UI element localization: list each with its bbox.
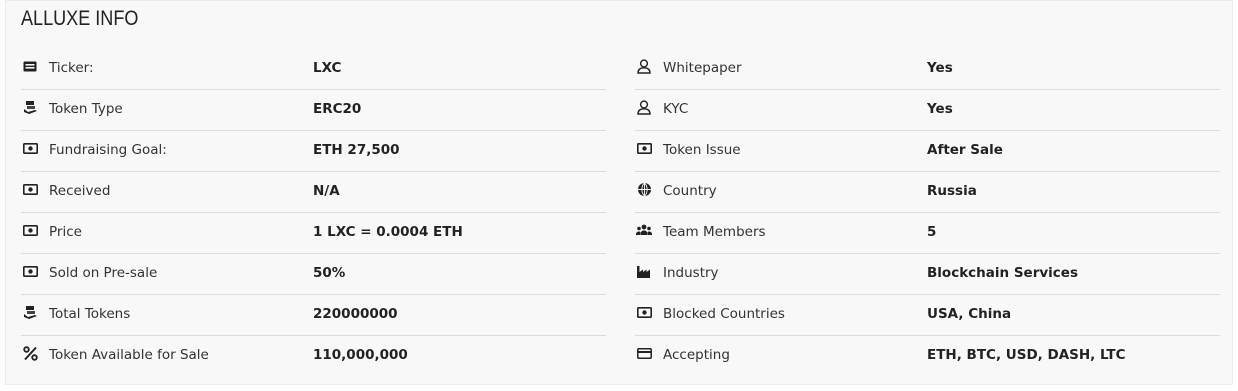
info-column-right: Whitepaper Yes KYC Yes Token Issue After Sale… (635, 49, 1220, 376)
info-value: 1 LXC = 0.0004 ETH (313, 224, 463, 240)
info-value: Russia (927, 183, 977, 199)
ticket-icon (22, 58, 38, 74)
info-value: ETH 27,500 (313, 142, 400, 158)
banknote-icon (636, 140, 652, 156)
info-row-token-issue: Token Issue After Sale (635, 131, 1220, 172)
info-value: ETH, BTC, USD, DASH, LTC (927, 347, 1126, 363)
info-value: Blockchain Services (927, 265, 1078, 281)
globe-icon (636, 181, 652, 197)
info-label: KYC (663, 101, 689, 117)
info-label: Received (49, 183, 111, 199)
info-row-fundraising-goal: Fundraising Goal: ETH 27,500 (21, 131, 606, 172)
percent-icon (22, 345, 38, 361)
info-value: Yes (927, 101, 953, 117)
panel-title: ALLUXE INFO (21, 7, 139, 30)
info-row-sold-on-pre-sale: Sold on Pre-sale 50% (21, 254, 606, 295)
info-label: Whitepaper (663, 60, 742, 76)
info-label: Token Type (49, 101, 123, 117)
info-label: Sold on Pre-sale (49, 265, 158, 281)
info-value: LXC (313, 60, 342, 76)
info-row-price: Price 1 LXC = 0.0004 ETH (21, 213, 606, 254)
banknote-icon (22, 181, 38, 197)
info-value: 110,000,000 (313, 347, 408, 363)
users-icon (636, 222, 652, 238)
banknote-icon (22, 222, 38, 238)
info-value: Yes (927, 60, 953, 76)
info-label: Accepting (663, 347, 730, 363)
info-label: Fundraising Goal: (49, 142, 167, 158)
banknote-icon (636, 304, 652, 320)
banknote-icon (22, 140, 38, 156)
money-hand-icon (22, 304, 38, 320)
info-label: Blocked Countries (663, 306, 785, 322)
credit-card-icon (636, 345, 652, 361)
banknote-icon (22, 263, 38, 279)
info-row-whitepaper: Whitepaper Yes (635, 49, 1220, 90)
info-label: Total Tokens (49, 306, 131, 322)
info-row-token-available-for-sale: Token Available for Sale 110,000,000 (21, 336, 606, 376)
info-value: 5 (927, 224, 937, 240)
info-row-token-type: Token Type ERC20 (21, 90, 606, 131)
info-value: 50% (313, 265, 346, 281)
info-row-ticker: Ticker: LXC (21, 49, 606, 90)
info-row-total-tokens: Total Tokens 220000000 (21, 295, 606, 336)
info-label: Ticker: (49, 60, 94, 76)
info-label: Token Issue (663, 142, 741, 158)
info-column-left: Ticker: LXC Token Type ERC20 Fundraising Goa… (21, 49, 606, 376)
info-row-country: Country Russia (635, 172, 1220, 213)
user-icon (636, 99, 652, 115)
info-row-received: Received N/A (21, 172, 606, 213)
info-row-team-members: Team Members 5 (635, 213, 1220, 254)
info-label: Country (663, 183, 717, 199)
info-row-blocked-countries: Blocked Countries USA, China (635, 295, 1220, 336)
info-label: Price (49, 224, 82, 240)
info-row-kyc: KYC Yes (635, 90, 1220, 131)
info-value: USA, China (927, 306, 1012, 322)
info-label: Industry (663, 265, 719, 281)
info-value: N/A (313, 183, 340, 199)
info-value: 220000000 (313, 306, 398, 322)
info-value: ERC20 (313, 101, 362, 117)
money-hand-icon (22, 99, 38, 115)
info-panel: ALLUXE INFO Ticker: LXC Token Type ERC20 Fun… (5, 0, 1233, 385)
industry-icon (636, 263, 652, 279)
info-label: Team Members (663, 224, 766, 240)
user-icon (636, 58, 652, 74)
info-label: Token Available for Sale (49, 347, 209, 363)
info-row-accepting: Accepting ETH, BTC, USD, DASH, LTC (635, 336, 1220, 376)
info-value: After Sale (927, 142, 1003, 158)
info-row-industry: Industry Blockchain Services (635, 254, 1220, 295)
